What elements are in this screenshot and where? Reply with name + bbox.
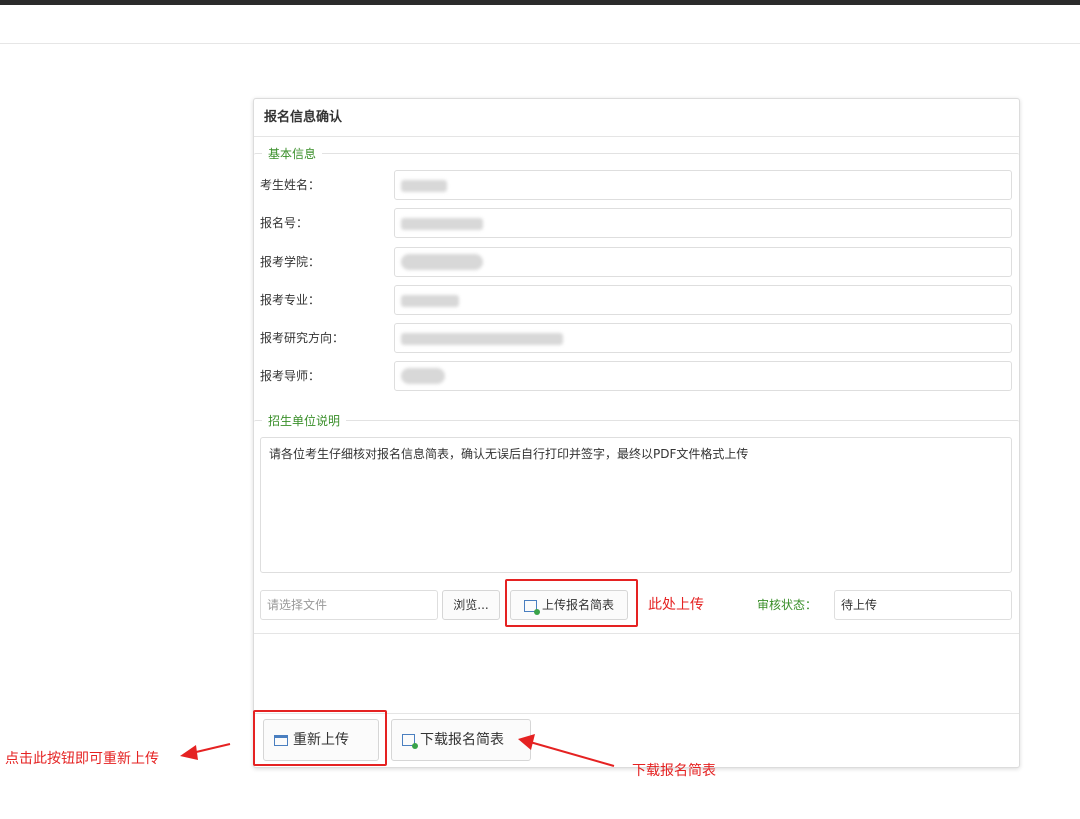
registration-number-label: 报名号： xyxy=(260,216,309,230)
browse-button[interactable]: 浏览... xyxy=(442,590,500,620)
review-status-label: 审核状态： xyxy=(757,598,818,612)
download-form-button[interactable]: 下载报名简表 xyxy=(391,719,531,761)
download-icon xyxy=(402,734,418,749)
reupload-annotation: 点击此按钮即可重新上传 xyxy=(5,751,159,767)
college-label: 报考学院： xyxy=(260,255,321,269)
upload-highlight-box xyxy=(505,579,638,627)
review-status-value: 待上传 xyxy=(834,590,1012,620)
redacted-value xyxy=(401,218,483,230)
file-path-input[interactable]: 请选择文件 xyxy=(260,590,438,620)
registration-confirm-panel: 报名信息确认 基本信息 考生姓名： 报名号： 报考学院： 报考专业： 报考研究方… xyxy=(253,98,1020,768)
redacted-value xyxy=(401,180,447,192)
top-bar xyxy=(0,0,1080,5)
major-field[interactable] xyxy=(394,285,1012,315)
research-direction-field[interactable] xyxy=(394,323,1012,353)
header-divider xyxy=(0,43,1080,44)
registration-number-field[interactable] xyxy=(394,208,1012,238)
major-label: 报考专业： xyxy=(260,293,321,307)
redacted-value xyxy=(401,254,483,270)
reupload-highlight-box xyxy=(253,710,387,766)
redacted-value xyxy=(401,368,445,384)
notice-legend: 招生单位说明 xyxy=(268,414,341,428)
supervisor-field[interactable] xyxy=(394,361,1012,391)
research-direction-label: 报考研究方向： xyxy=(260,331,345,345)
candidate-name-label: 考生姓名： xyxy=(260,178,321,192)
download-form-label: 下载报名简表 xyxy=(420,732,504,748)
reupload-arrow xyxy=(180,743,231,760)
supervisor-label: 报考导师： xyxy=(260,369,321,383)
panel-title: 报名信息确认 xyxy=(254,99,1019,137)
candidate-name-field[interactable] xyxy=(394,170,1012,200)
upload-here-annotation: 此处上传 xyxy=(648,597,704,613)
download-annotation: 下载报名简表 xyxy=(632,763,716,779)
redacted-value xyxy=(401,295,459,307)
section-divider xyxy=(254,633,1019,634)
notice-text: 请各位考生仔细核对报名信息简表，确认无误后自行打印并签字，最终以PDF文件格式上… xyxy=(260,437,1012,573)
basic-info-legend: 基本信息 xyxy=(268,147,317,161)
college-field[interactable] xyxy=(394,247,1012,277)
redacted-value xyxy=(401,333,563,345)
